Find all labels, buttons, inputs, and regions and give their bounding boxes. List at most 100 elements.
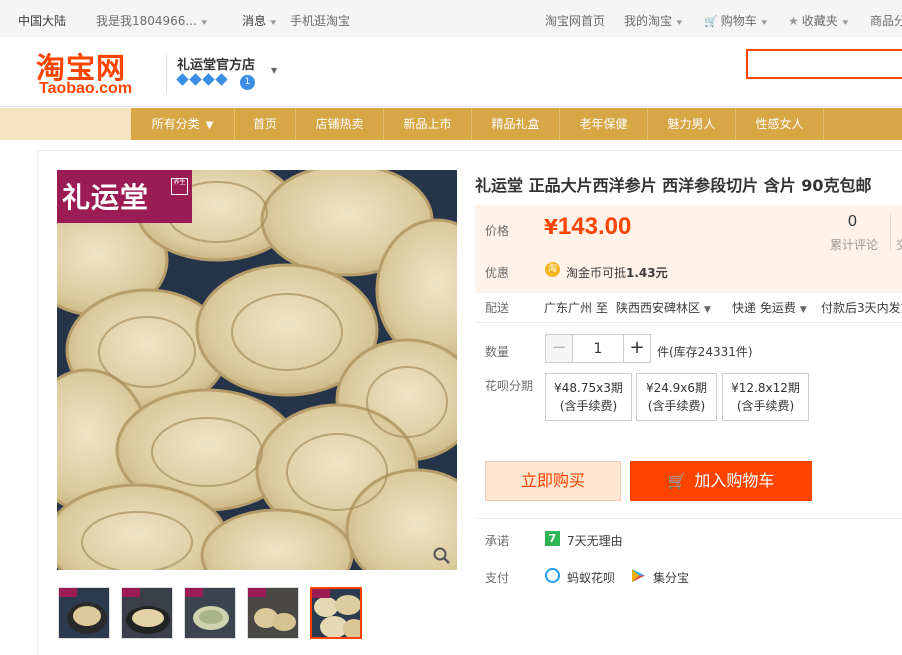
brand-seal: 养生 [171, 178, 188, 195]
my-taobao-menu[interactable]: 我的淘宝 ▾ [624, 12, 682, 29]
payment-huabei[interactable]: 蚂蚁花呗 [567, 569, 615, 586]
product-title: 礼运堂 正品大片西洋参片 西洋参段切片 含片 90克包邮 [475, 176, 872, 195]
zoom-icon[interactable] [432, 546, 452, 566]
promo-text: 淘金币可抵1.43元 [566, 264, 668, 281]
add-to-cart-label: 加入购物车 [694, 471, 775, 490]
shop-header: 淘宝网 Taobao.com 礼运堂官方店 1 ▼ [0, 37, 902, 107]
promise-label: 承诺 [485, 534, 510, 548]
thumb-brand-mark [185, 588, 203, 597]
ship-method-selector[interactable]: 快递 免运费 ▼ [732, 299, 807, 316]
installment-option-3[interactable]: ¥48.75x3期 (含手续费) [545, 373, 632, 421]
chevron-down-icon: ▾ [761, 18, 767, 28]
seven-day-return-icon: 7 [545, 531, 560, 546]
nav-new-arrivals[interactable]: 新品上市 [384, 108, 472, 140]
shop-nav: 所有分类 ▼ 首页 店铺热卖 新品上市 精品礼盒 老年保健 魅力男人 性感女人 [0, 108, 902, 140]
shop-level-badge: 1 [240, 75, 255, 90]
shop-name[interactable]: 礼运堂官方店 [177, 54, 255, 73]
thumbnail-1[interactable] [58, 587, 110, 639]
favorites-menu[interactable]: ★ 收藏夹 ▾ [788, 12, 848, 29]
taobao-home-link[interactable]: 淘宝网首页 [545, 12, 605, 29]
installment-price: ¥48.75x3期 [554, 381, 623, 395]
payment-jifenbao[interactable]: 集分宝 [653, 569, 689, 586]
diamond-icon [202, 73, 215, 86]
quantity-input[interactable]: 1 [572, 334, 624, 363]
thumbnail-4[interactable] [247, 587, 299, 639]
chevron-down-icon: ▼ [704, 305, 711, 315]
quantity-label: 数量 [485, 345, 510, 359]
buy-now-button[interactable]: 立即购买 [485, 461, 621, 501]
cart-label: 购物车 [720, 14, 757, 28]
shipping-label: 配送 [485, 301, 510, 315]
chevron-down-icon: ▾ [676, 18, 683, 28]
logo-english: Taobao.com [39, 80, 133, 97]
product-main-image[interactable]: 礼运堂 养生 [57, 170, 457, 570]
shop-rating-diamonds [176, 73, 229, 88]
diamond-icon [176, 73, 189, 86]
nav-gift-boxes[interactable]: 精品礼盒 [472, 108, 560, 140]
taojinbi-coin-icon: 淘 [545, 262, 560, 277]
installment-fee: (含手续费) [647, 399, 706, 413]
user-name: 我是我1804966... [96, 14, 197, 28]
header-divider [166, 53, 167, 93]
ant-huabei-icon [545, 568, 560, 583]
nav-hot-items[interactable]: 店铺热卖 [296, 108, 384, 140]
nav-elderly-care[interactable]: 老年保健 [560, 108, 648, 140]
nav-label: 所有分类 [151, 117, 200, 131]
cart-link[interactable]: 🛒 购物车 ▾ [704, 12, 767, 29]
nav-women[interactable]: 性感女人 [736, 108, 824, 140]
user-menu[interactable]: 我是我1804966... ▾ [96, 12, 208, 29]
thumb-brand-mark [312, 589, 330, 598]
caret-down-icon: ▼ [205, 120, 214, 131]
ship-method-label: 快递 免运费 [732, 301, 796, 315]
shop-dropdown-icon[interactable]: ▼ [271, 66, 277, 75]
brand-text: 礼运堂 [62, 181, 150, 214]
chevron-down-icon: ▾ [842, 18, 848, 28]
region-selector[interactable]: 中国大陆 [18, 12, 66, 29]
nav-all-categories[interactable]: 所有分类 ▼ [131, 108, 235, 140]
payment-label: 支付 [485, 571, 510, 585]
installment-option-12[interactable]: ¥12.8x12期 (含手续费) [722, 373, 809, 421]
nav-men[interactable]: 魅力男人 [648, 108, 736, 140]
divider [475, 322, 902, 323]
review-count[interactable]: 0 [848, 213, 857, 231]
messages-link[interactable]: 消息 ▾ [242, 12, 276, 29]
cart-icon: 🛒 [704, 15, 718, 28]
nav-home[interactable]: 首页 [235, 108, 296, 140]
product-price: ¥143.00 [544, 213, 631, 241]
my-taobao-label: 我的淘宝 [624, 14, 673, 28]
cart-icon: 🛒 [667, 472, 687, 490]
thumbnail-2[interactable] [121, 587, 173, 639]
quantity-increase-button[interactable]: + [623, 334, 651, 363]
quantity-decrease-button[interactable]: − [545, 334, 573, 363]
product-category-menu[interactable]: 商品分 [870, 12, 902, 29]
promo-value: 1.43元 [626, 266, 668, 280]
ginseng-slices-image [57, 170, 457, 570]
currency-symbol: ¥ [544, 215, 558, 239]
add-to-cart-button[interactable]: 🛒 加入购物车 [630, 461, 812, 501]
ship-to-label: 陕西西安碑林区 [616, 301, 701, 315]
content-border-left [37, 150, 38, 655]
diamond-icon [189, 73, 202, 86]
installment-fee: (含手续费) [736, 399, 795, 413]
content-border-top [37, 150, 902, 151]
quantity-stepper: − 1 + [545, 334, 651, 363]
chevron-down-icon: ▾ [201, 18, 208, 28]
thumbnail-5[interactable] [310, 587, 362, 639]
promo-label: 优惠 [485, 266, 510, 280]
diamond-icon [215, 73, 228, 86]
divider [475, 518, 902, 519]
installment-price: ¥12.8x12期 [731, 381, 800, 395]
installment-fee: (含手续费) [559, 399, 618, 413]
chevron-down-icon: ▾ [270, 18, 277, 28]
chevron-down-icon: ▼ [799, 305, 807, 315]
search-input[interactable] [746, 49, 902, 79]
ship-time: 付款后3天内发货 [821, 301, 902, 315]
thumbnail-3[interactable] [184, 587, 236, 639]
favorites-label: 收藏夹 [801, 14, 838, 28]
installment-option-6[interactable]: ¥24.9x6期 (含手续费) [636, 373, 717, 421]
promise-text[interactable]: 7天无理由 [567, 532, 623, 549]
taobao-logo[interactable]: 淘宝网 Taobao.com [36, 45, 148, 97]
ship-to-selector[interactable]: 陕西西安碑林区 ▼ [616, 299, 711, 316]
messages-label: 消息 [242, 14, 267, 28]
mobile-taobao-link[interactable]: 手机逛淘宝 [290, 12, 350, 29]
